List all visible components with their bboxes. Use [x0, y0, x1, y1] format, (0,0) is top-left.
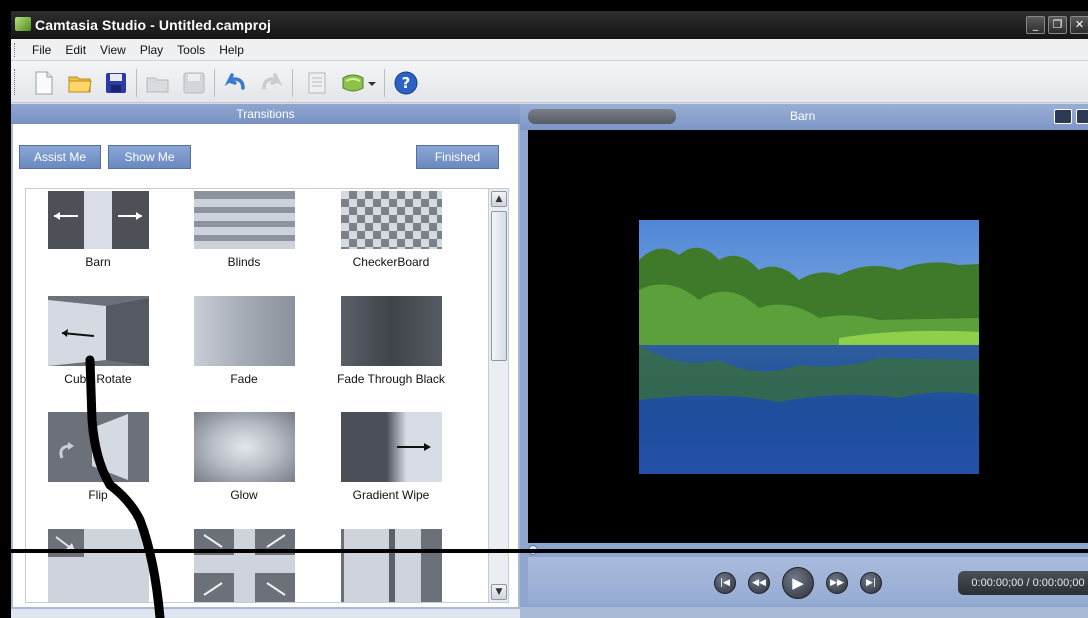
scroll-up-icon[interactable]: ▲ [491, 191, 507, 207]
transition-peel[interactable] [331, 529, 451, 602]
svg-text:?: ? [402, 74, 411, 92]
open-folder-icon[interactable] [67, 70, 93, 96]
play-icon[interactable]: ▶ [782, 567, 814, 599]
rewind-icon[interactable]: ◀◀ [748, 572, 770, 594]
screen-size-icon[interactable] [1054, 109, 1072, 124]
menu-items: File Edit View Play Tools Help [32, 43, 258, 57]
transition-box-out[interactable] [38, 529, 158, 602]
toolbar-separator [292, 69, 293, 97]
transition-label: Blinds [227, 255, 261, 269]
transition-label: Glow [230, 488, 258, 502]
checklist-icon[interactable] [304, 70, 330, 96]
menu-edit[interactable]: Edit [65, 43, 86, 57]
menu-grip [14, 43, 17, 57]
cube-rotate-thumbnail [47, 296, 149, 366]
preview-panel: Barn |◀ ◀◀ ▶ ▶▶ ▶| 0:00:00;00 / 0:00:00;… [520, 104, 1088, 607]
menu-file[interactable]: File [32, 43, 51, 57]
toolbar-separator [214, 69, 215, 97]
show-me-button[interactable]: Show Me [108, 145, 191, 169]
fade-thumbnail [193, 296, 295, 366]
time-readout: 0:00:00;00 / 0:00:00;00 [958, 571, 1088, 595]
transition-label: Fade [230, 372, 258, 386]
window-title: Camtasia Studio - Untitled.camproj [35, 17, 271, 33]
menu-tools[interactable]: Tools [177, 43, 205, 57]
menu-play[interactable]: Play [140, 43, 163, 57]
jump-to-start-icon[interactable]: |◀ [714, 572, 736, 594]
transitions-header: Transitions [11, 104, 520, 124]
box-out-thumbnail [47, 529, 149, 602]
transition-flip[interactable]: Flip [38, 412, 158, 502]
produce-icon[interactable] [340, 70, 366, 96]
app-window: Camtasia Studio - Untitled.camproj _ ❐ ✕… [11, 11, 1088, 618]
menu-bar: File Edit View Play Tools Help [11, 39, 1088, 61]
preview-progress-bar [528, 109, 676, 124]
timeline-tabs-strip [11, 609, 520, 618]
bottom-strip [11, 607, 1088, 618]
transitions-body: Assist Me Show Me Finished Barn Blinds C… [11, 124, 520, 607]
camtasia-logo-icon [15, 17, 31, 31]
restore-button[interactable]: ❐ [1048, 16, 1067, 34]
scroll-down-icon[interactable]: ▼ [491, 584, 507, 600]
preview-title: Barn [790, 109, 816, 123]
playback-controls: |◀ ◀◀ ▶ ▶▶ ▶| 0:00:00;00 / 0:00:00;00 [528, 557, 1088, 605]
assist-me-button[interactable]: Assist Me [19, 145, 101, 169]
transition-label: Fade Through Black [337, 372, 445, 386]
checkerboard-thumbnail [340, 191, 442, 249]
dropdown-arrow-icon[interactable] [365, 70, 379, 96]
title-bar: Camtasia Studio - Untitled.camproj _ ❐ ✕ [11, 11, 1088, 39]
menu-help[interactable]: Help [219, 43, 244, 57]
transition-glow[interactable]: Glow [184, 412, 304, 502]
fast-forward-icon[interactable]: ▶▶ [826, 572, 848, 594]
transition-label: Barn [85, 255, 111, 269]
transitions-grid: Barn Blinds CheckerBoard Cube Rotate Fad… [25, 188, 509, 603]
transition-fade[interactable]: Fade [184, 296, 304, 386]
transition-fade-through-black[interactable]: Fade Through Black [331, 296, 451, 386]
transition-barn[interactable]: Barn [38, 191, 158, 269]
transition-gradient-wipe[interactable]: Gradient Wipe [331, 412, 451, 502]
peel-thumbnail [340, 529, 442, 602]
help-icon[interactable]: ? [393, 70, 419, 96]
toolbar-grip [14, 69, 17, 95]
transition-inset[interactable] [184, 529, 304, 602]
transition-cube-rotate[interactable]: Cube Rotate [38, 296, 158, 386]
glow-thumbnail [193, 412, 295, 482]
transition-label: Cube Rotate [64, 372, 132, 386]
fade-through-black-thumbnail [340, 296, 442, 366]
undo-icon[interactable] [223, 70, 249, 96]
finished-button[interactable]: Finished [416, 145, 499, 169]
new-file-icon[interactable] [31, 70, 57, 96]
save-icon[interactable] [103, 70, 129, 96]
screenshot-frame: Camtasia Studio - Untitled.camproj _ ❐ ✕… [0, 0, 1088, 618]
preview-header: Barn [520, 104, 1088, 130]
scroll-thumb[interactable] [491, 211, 507, 361]
minimize-button[interactable]: _ [1026, 16, 1045, 34]
transition-blinds[interactable]: Blinds [184, 191, 304, 269]
blinds-thumbnail [193, 191, 295, 249]
transitions-scrollbar[interactable]: ▲ ▼ [488, 189, 508, 602]
jump-to-end-icon[interactable]: ▶| [860, 572, 882, 594]
menu-view[interactable]: View [100, 43, 126, 57]
close-button[interactable]: ✕ [1070, 16, 1088, 34]
gradient-wipe-thumbnail [340, 412, 442, 482]
inset-thumbnail [193, 529, 295, 602]
open-folder-disabled-icon [146, 77, 169, 93]
transition-label: CheckerBoard [352, 255, 430, 269]
toolbar: ? [11, 61, 1088, 103]
timeline-scrubber[interactable] [528, 545, 1088, 555]
transition-checkerboard[interactable]: CheckerBoard [331, 191, 451, 269]
detach-preview-icon[interactable] [1076, 109, 1088, 124]
toolbar-separator [136, 69, 137, 97]
preview-canvas [528, 130, 1088, 543]
save-disabled-icon [183, 72, 205, 94]
flip-thumbnail [47, 412, 149, 482]
scrubber-handle[interactable] [528, 545, 538, 555]
transition-label: Flip [88, 488, 108, 502]
transition-label: Gradient Wipe [352, 488, 430, 502]
barn-thumbnail [47, 191, 149, 249]
lake-landscape-image [639, 220, 979, 474]
redo-disabled-icon [262, 73, 283, 90]
toolbar-separator [384, 69, 385, 97]
transitions-panel: Transitions Assist Me Show Me Finished B… [11, 104, 520, 607]
